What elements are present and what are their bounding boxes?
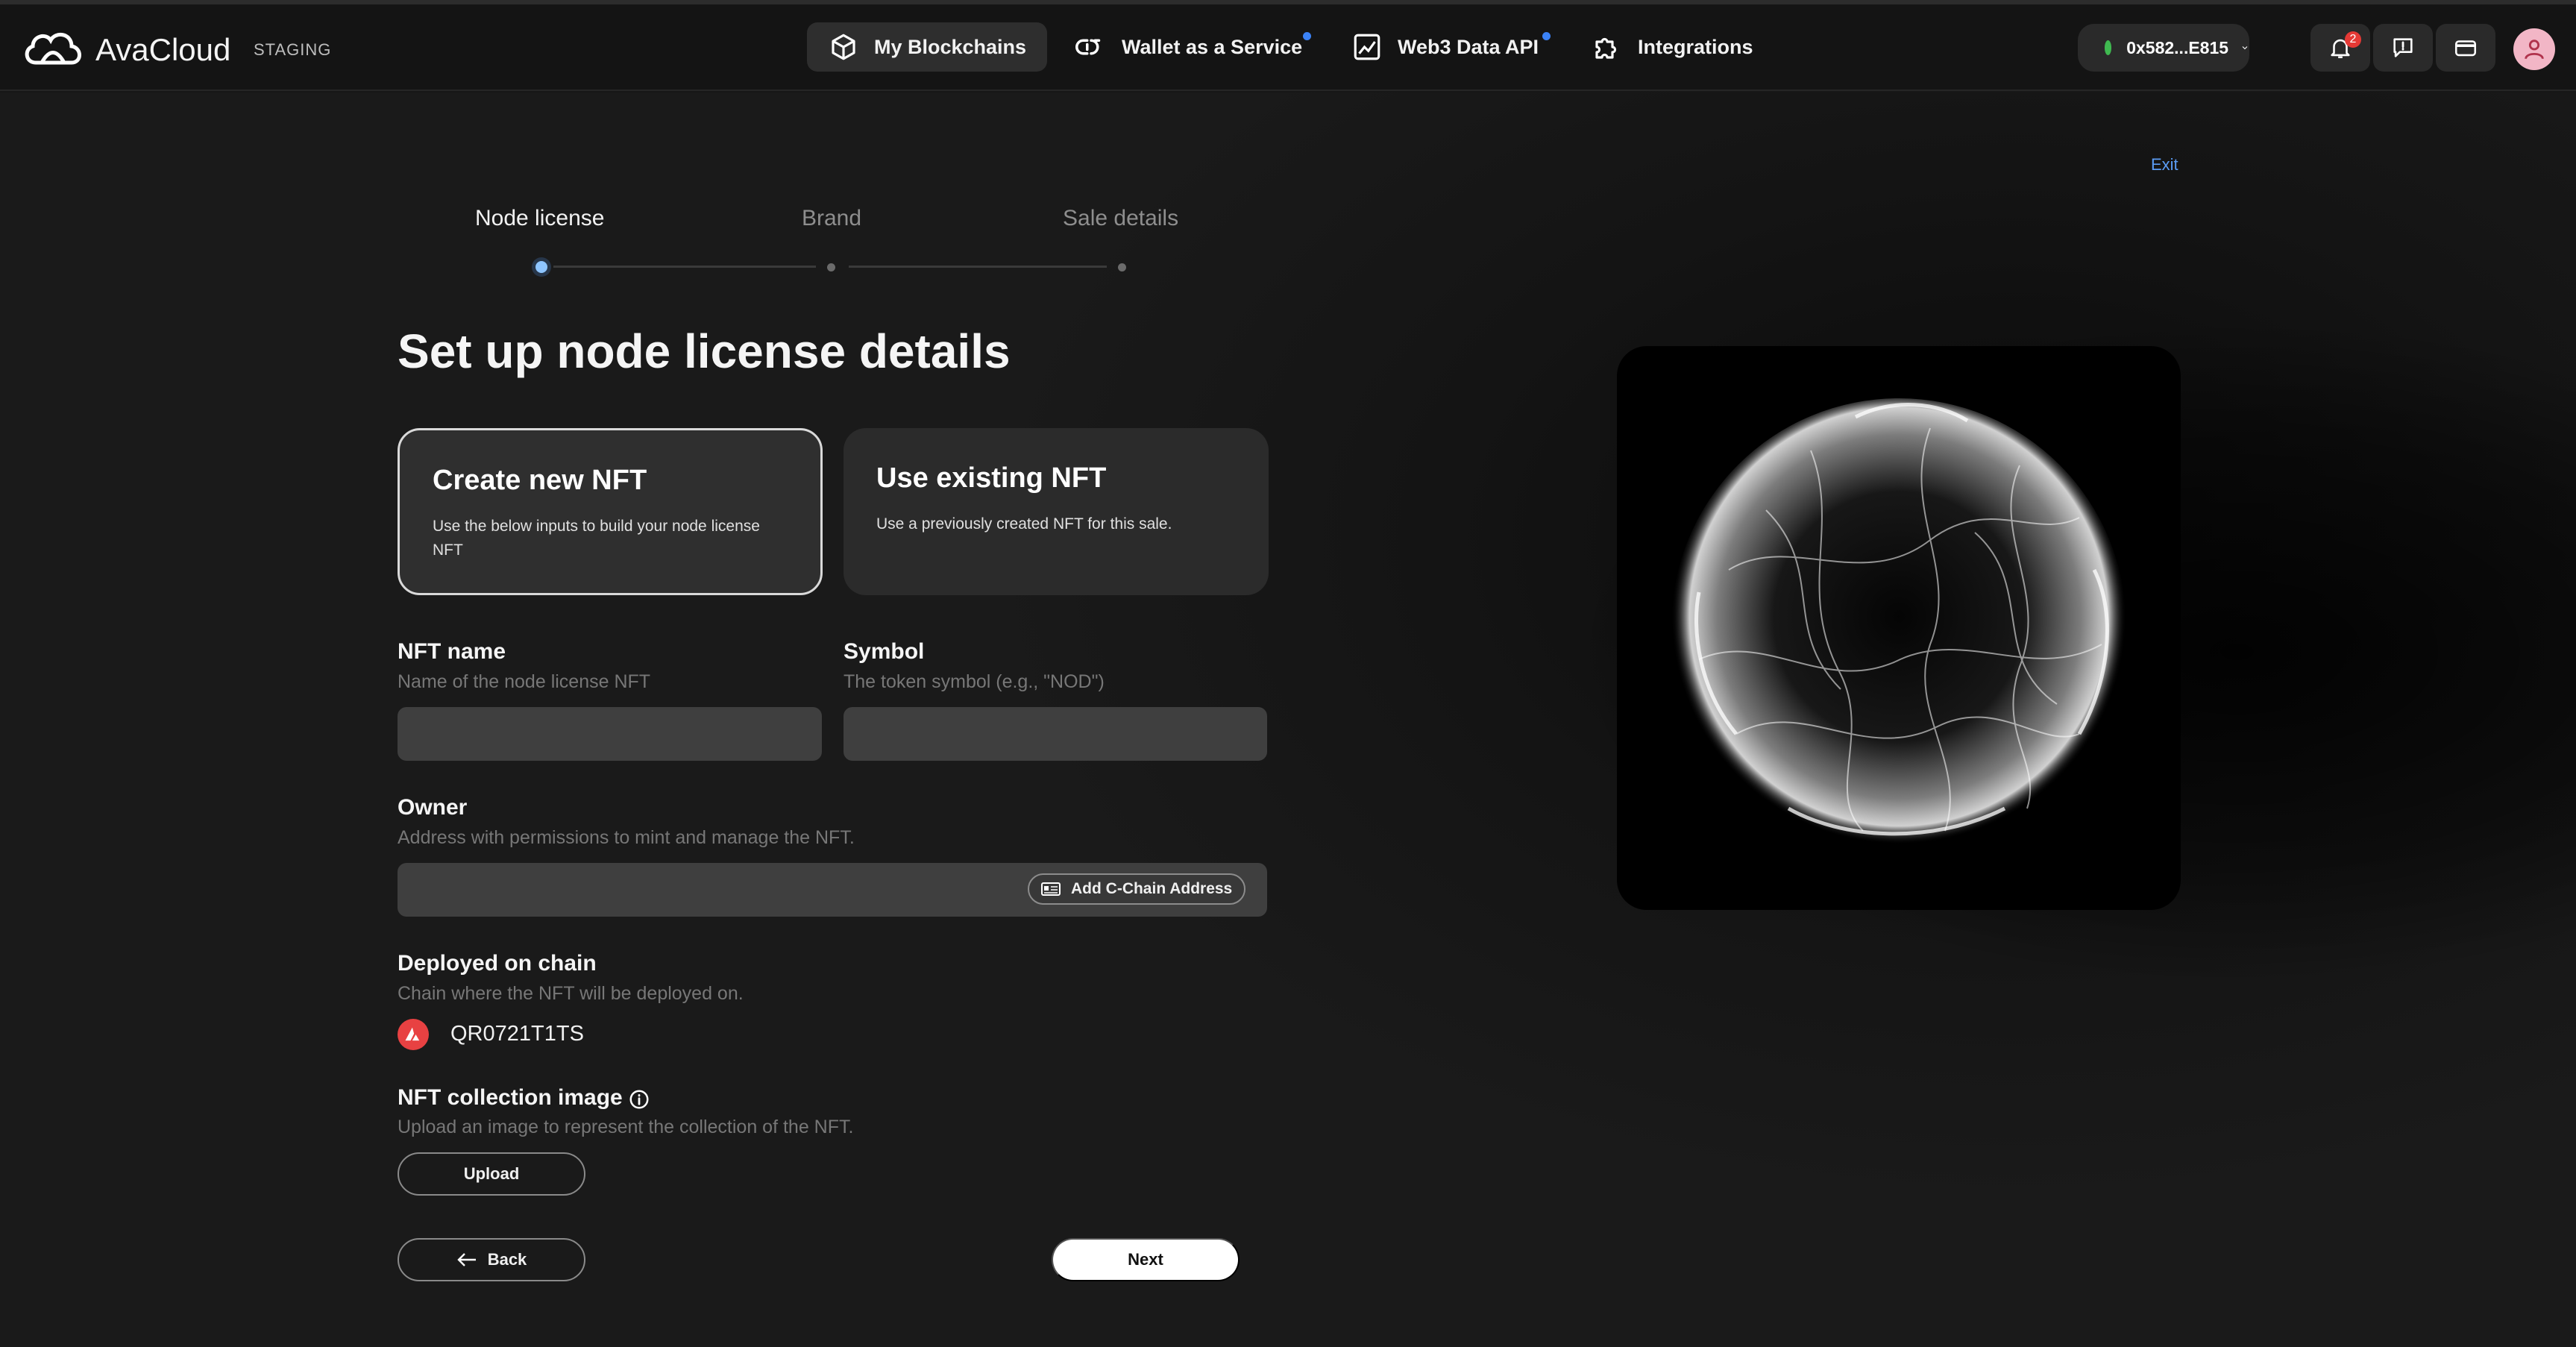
step-indicator [1118, 263, 1126, 271]
owner-hint: Address with permissions to mint and man… [398, 827, 855, 848]
option-title: Use existing NFT [876, 462, 1107, 494]
nav-integrations[interactable]: Integrations [1571, 22, 1774, 72]
step-indicator-active [535, 261, 547, 273]
chain-name: QR0721T1TS [450, 1022, 584, 1046]
collection-image-label: NFT collection image [398, 1085, 623, 1110]
exit-link[interactable]: Exit [2151, 155, 2178, 175]
option-description: Use the below inputs to build your node … [433, 518, 760, 559]
connected-status-dot [2105, 40, 2112, 55]
chart-icon [1354, 34, 1380, 60]
option-create-new-nft[interactable]: Create new NFT Use the below inputs to b… [398, 428, 823, 595]
add-c-chain-address-button[interactable]: Add C-Chain Address [1028, 873, 1246, 905]
option-description: Use a previously created NFT for this sa… [876, 515, 1172, 533]
avalanche-chain-icon [398, 1019, 429, 1050]
nav-label: My Blockchains [874, 35, 1027, 58]
brand-logo[interactable]: AvaCloud [19, 24, 230, 76]
nav-web3-data-api[interactable]: Web3 Data API [1331, 22, 1559, 72]
wallet-address: 0x582...E815 [2126, 37, 2229, 57]
cloud-logo-icon [25, 33, 81, 65]
add-address-label: Add C-Chain Address [1071, 880, 1233, 897]
user-icon [2525, 40, 2544, 60]
nft-sphere-artwork [1671, 398, 2126, 853]
back-button[interactable]: Back [398, 1238, 585, 1281]
brand-name: AvaCloud [95, 32, 231, 67]
nav-wallet-as-a-service[interactable]: Wallet as a Service [1055, 22, 1323, 72]
step-node-license[interactable]: Node license [475, 206, 604, 231]
billing-button[interactable] [2436, 24, 2495, 72]
arrow-left-icon [457, 1253, 476, 1266]
symbol-hint: The token symbol (e.g., "NOD") [844, 671, 1105, 692]
wallet-selector[interactable]: 0x582...E815 [2078, 24, 2249, 72]
step-sale-details[interactable]: Sale details [1063, 206, 1178, 231]
avalanche-logo-icon [405, 1027, 420, 1041]
option-title: Create new NFT [433, 465, 647, 496]
step-connector [849, 266, 1107, 268]
symbol-input[interactable] [844, 707, 1267, 761]
feedback-icon [2393, 38, 2413, 57]
notifications-button[interactable]: 2 [2310, 24, 2370, 72]
step-indicator [827, 263, 835, 271]
upload-button[interactable]: Upload [398, 1152, 585, 1196]
page-title: Set up node license details [398, 324, 1011, 378]
feedback-button[interactable] [2373, 24, 2433, 72]
cube-icon [832, 34, 855, 60]
nav-label: Integrations [1638, 35, 1753, 58]
info-icon[interactable] [628, 1088, 650, 1111]
top-navigation-bar: AvaCloud STAGING My Blockchains Wallet a… [0, 4, 2576, 91]
nav-label: Web3 Data API [1398, 35, 1539, 58]
chain-label: Deployed on chain [398, 951, 597, 976]
collection-image-hint: Upload an image to represent the collect… [398, 1117, 854, 1137]
address-card-icon [1041, 882, 1061, 896]
chain-hint: Chain where the NFT will be deployed on. [398, 983, 744, 1004]
user-avatar[interactable] [2513, 28, 2555, 70]
symbol-label: Symbol [844, 639, 925, 664]
environment-badge: STAGING [254, 40, 332, 59]
new-feature-dot [1303, 32, 1311, 40]
back-label: Back [487, 1250, 527, 1269]
puzzle-icon [1595, 37, 1617, 59]
nft-name-hint: Name of the node license NFT [398, 671, 651, 692]
nft-image-preview [1617, 346, 2181, 910]
new-feature-dot [1542, 32, 1551, 40]
nft-name-label: NFT name [398, 639, 506, 664]
chevron-down-icon [2242, 46, 2248, 50]
card-icon [2454, 40, 2477, 57]
owner-label: Owner [398, 795, 468, 820]
notification-count-badge: 2 [2345, 31, 2361, 48]
wizard-main: Exit Node license Brand Sale details Set… [0, 92, 2576, 1347]
next-button[interactable]: Next [1052, 1238, 1240, 1281]
nav-label: Wallet as a Service [1122, 35, 1303, 58]
nft-name-input[interactable] [398, 707, 822, 761]
option-use-existing-nft[interactable]: Use existing NFT Use a previously create… [844, 428, 1269, 595]
step-brand[interactable]: Brand [802, 206, 861, 231]
nav-my-blockchains[interactable]: My Blockchains [807, 22, 1048, 72]
wallet-link-icon [1075, 39, 1101, 55]
step-connector [553, 266, 816, 268]
